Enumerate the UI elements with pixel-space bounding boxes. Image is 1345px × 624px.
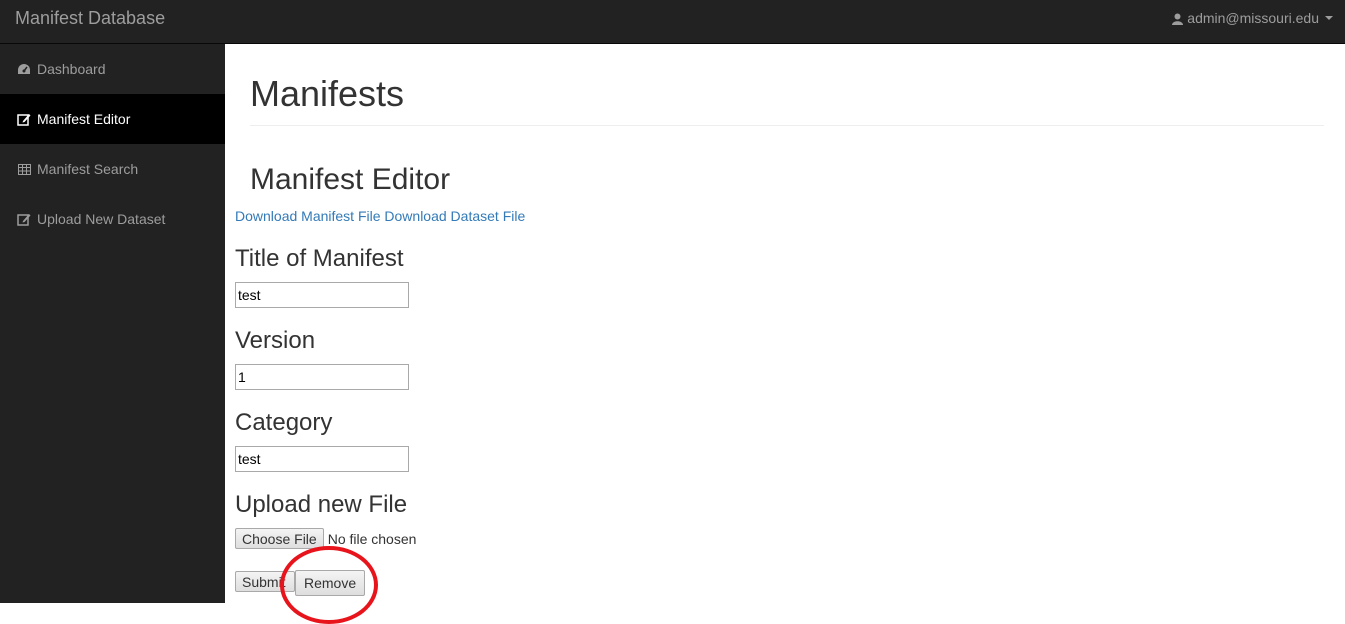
sidebar-item-upload-new-dataset[interactable]: Upload New Dataset: [0, 194, 225, 244]
sidebar-item-label: Manifest Editor: [37, 111, 131, 127]
file-status: No file chosen: [327, 530, 417, 547]
download-dataset-link[interactable]: Download Dataset File: [384, 208, 525, 224]
file-input: Choose File No file chosen: [235, 528, 416, 549]
top-navbar: Manifest Database admin@missouri.edu: [0, 0, 1345, 44]
sidebar-item-dashboard[interactable]: Dashboard: [0, 44, 225, 94]
sidebar-item-label: Upload New Dataset: [37, 211, 166, 227]
user-menu[interactable]: admin@missouri.edu: [1172, 10, 1333, 26]
title-input[interactable]: [235, 282, 409, 308]
user-icon: [1172, 12, 1184, 25]
title-label: Title of Manifest: [235, 245, 404, 272]
download-manifest-link[interactable]: Download Manifest File: [235, 208, 381, 224]
caret-down-icon: [1325, 16, 1333, 20]
user-email: admin@missouri.edu: [1187, 10, 1319, 26]
version-label: Version: [235, 327, 316, 354]
edit-icon: [17, 212, 31, 226]
page-header: Manifests: [250, 72, 1324, 126]
form-actions: Submit Remove: [235, 570, 366, 596]
sidebar-item-manifest-search[interactable]: Manifest Search: [0, 144, 225, 194]
editor-title: Manifest Editor: [250, 163, 451, 196]
category-input[interactable]: [235, 446, 409, 472]
sidebar-item-label: Manifest Search: [37, 161, 139, 177]
choose-file-button[interactable]: Choose File: [235, 528, 324, 549]
remove-button[interactable]: Remove: [295, 570, 366, 596]
version-input[interactable]: [235, 364, 409, 390]
dashboard-icon: [17, 62, 31, 76]
upload-label: Upload new File: [235, 491, 408, 518]
category-label: Category: [235, 409, 333, 436]
sidebar: Dashboard Manifest Editor Manifest Searc…: [0, 44, 225, 603]
download-links: Download Manifest File Download Dataset …: [235, 208, 525, 224]
edit-icon: [17, 112, 31, 126]
page-title: Manifests: [250, 73, 405, 114]
table-icon: [17, 162, 31, 176]
submit-button[interactable]: Submit: [235, 571, 295, 592]
main-content: Manifests Manifest Editor Download Manif…: [225, 44, 1345, 603]
sidebar-item-label: Dashboard: [37, 61, 106, 77]
sidebar-item-manifest-editor[interactable]: Manifest Editor: [0, 94, 225, 144]
brand-title[interactable]: Manifest Database: [15, 8, 165, 28]
